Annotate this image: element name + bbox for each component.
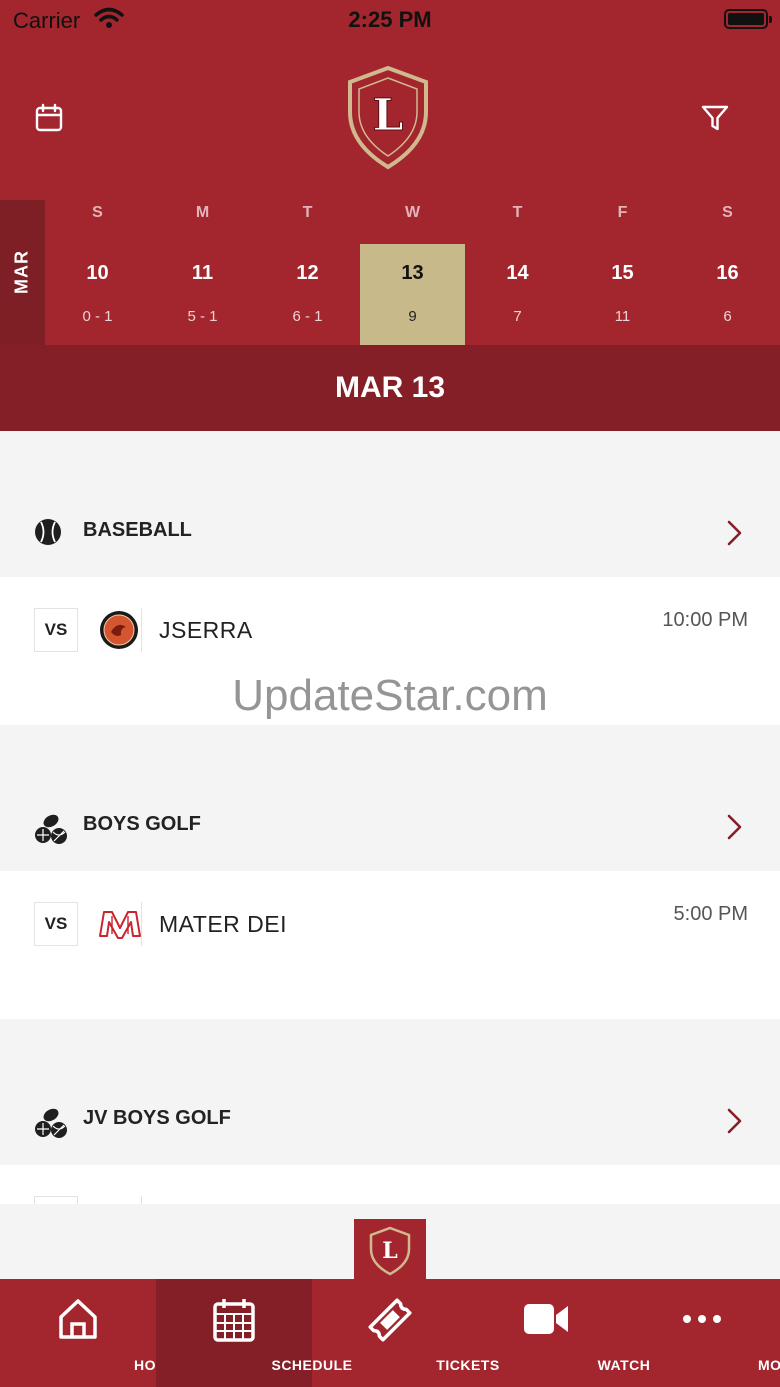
day-of-week: T (302, 204, 313, 221)
opponent-name: MATER DEI (159, 911, 288, 937)
tab-label: MORE (758, 1357, 780, 1373)
chevron-right-icon (724, 813, 744, 846)
day-record: 7 (513, 308, 522, 325)
day-record: 0 - 1 (82, 308, 113, 325)
watermark: UpdateStar.com (232, 671, 548, 720)
sport-title: BOYS GOLF (83, 813, 201, 835)
status-bar: Carrier 2:25 PM (0, 0, 780, 44)
more-dots-icon (682, 1297, 722, 1346)
day-record: 5 - 1 (187, 308, 218, 325)
filter-icon (701, 105, 729, 131)
day-of-week: F (617, 204, 628, 221)
chevron-right-icon (724, 519, 744, 552)
day-cell[interactable]: T 14 7 (465, 200, 570, 345)
game-row[interactable]: VS MATER DEI 5:00 PM (0, 871, 780, 1019)
school-logo: L (347, 65, 429, 175)
logo-letter: L (373, 90, 404, 141)
opponent-logo (98, 608, 142, 652)
day-record: 6 (723, 308, 732, 325)
baseball-icon (34, 518, 62, 551)
sport-header[interactable]: BOYS GOLF (0, 725, 780, 871)
day-number: 10 (86, 262, 109, 284)
day-record: 9 (408, 308, 417, 325)
game-time: 5:00 PM (673, 903, 748, 925)
day-cell[interactable]: T 12 6 - 1 (255, 200, 360, 345)
day-of-week: M (195, 204, 210, 221)
day-number: 16 (716, 262, 739, 284)
selected-date-title: MAR 13 (0, 345, 780, 431)
day-record: 6 - 1 (292, 308, 323, 325)
schedule-list: BASEBALL VS JSERRA 10:00 PM BOYS GOLF VS… (0, 431, 780, 1204)
game-time: 10:00 PM (662, 609, 748, 631)
sport-title: JV BOYS GOLF (83, 1107, 231, 1129)
tab-more[interactable]: MORE (624, 1279, 780, 1387)
month-label: MAR (0, 200, 45, 345)
vs-badge: VS (34, 608, 78, 652)
day-number: 11 (191, 262, 214, 284)
calendar-button[interactable] (34, 103, 64, 138)
tab-home[interactable]: HOME (0, 1279, 178, 1387)
filter-button[interactable] (700, 103, 730, 138)
day-of-week: T (512, 204, 523, 221)
vs-badge: VS (34, 902, 78, 946)
battery-icon (724, 9, 772, 29)
day-number: 12 (296, 262, 319, 284)
day-number: 13 (401, 262, 424, 284)
ticket-icon (367, 1297, 413, 1348)
vs-badge: VS (34, 1196, 78, 1204)
day-record: 11 (614, 308, 631, 325)
video-camera-icon (522, 1297, 570, 1346)
calendar-icon (35, 103, 63, 132)
header: Carrier 2:25 PM L MAR S 10 0 - 1 M 11 5 … (0, 0, 780, 431)
day-of-week: W (404, 204, 421, 221)
sport-title: BASEBALL (83, 519, 192, 541)
day-cell[interactable]: S 16 6 (675, 200, 780, 345)
day-number: 15 (611, 262, 634, 284)
opponent-name: JSERRA (159, 617, 253, 643)
sports-balls-icon (34, 1106, 68, 1145)
day-of-week: S (722, 204, 733, 221)
tab-bar: HOME SCHEDULE TICKETS (0, 1279, 780, 1387)
day-number: 14 (506, 262, 529, 284)
status-time: 2:25 PM (348, 7, 432, 32)
logo-letter: L (382, 1238, 397, 1264)
selected-day-highlight (360, 244, 465, 345)
sport-header[interactable]: JV BOYS GOLF (0, 1019, 780, 1165)
tabbar-logo[interactable]: L (354, 1219, 426, 1279)
day-cell[interactable]: F 15 11 (570, 200, 675, 345)
tab-tickets[interactable]: TICKETS (312, 1279, 499, 1387)
calendar-grid-icon (212, 1297, 256, 1348)
day-cell-selected[interactable]: W 13 9 (360, 200, 465, 345)
week-strip: S 10 0 - 1 M 11 5 - 1 T 12 6 - 1 W 13 9 … (45, 200, 780, 345)
tab-watch[interactable]: WATCH (468, 1279, 650, 1387)
day-of-week: S (92, 204, 103, 221)
opponent-logo (98, 902, 142, 946)
day-cell[interactable]: M 11 5 - 1 (150, 200, 255, 345)
sport-header[interactable]: BASEBALL (0, 431, 780, 577)
opponent-logo (98, 1196, 142, 1204)
day-cell[interactable]: S 10 0 - 1 (45, 200, 150, 345)
tab-schedule[interactable]: SCHEDULE (156, 1279, 352, 1387)
home-icon (57, 1297, 99, 1346)
game-row[interactable]: VS (0, 1165, 780, 1204)
sports-balls-icon (34, 812, 68, 851)
chevron-right-icon (724, 1107, 744, 1140)
